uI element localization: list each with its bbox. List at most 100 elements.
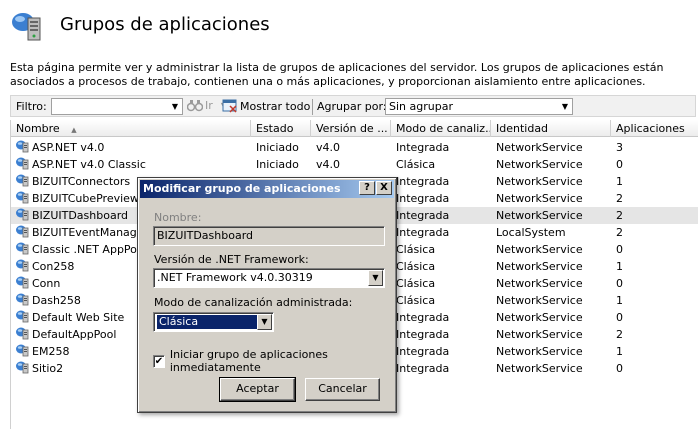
column-header-identity[interactable]: Identidad — [491, 120, 611, 137]
show-all-label: Mostrar todo — [240, 99, 311, 113]
cell-version: v4.0 — [316, 141, 341, 154]
column-header-version[interactable]: Versión de ... — [311, 120, 391, 137]
dialog-title: Modificar grupo de aplicaciones — [143, 182, 341, 195]
pipeline-select[interactable]: Clásica ▼ — [153, 312, 274, 332]
cell-identity: NetworkService — [496, 192, 583, 205]
cell-identity: NetworkService — [496, 311, 583, 324]
app-pool-icon — [15, 360, 29, 377]
app-pool-icon — [15, 224, 29, 241]
filter-label: Filtro: — [16, 100, 47, 113]
app-pool-icon — [15, 326, 29, 343]
app-pool-icon-graphic — [16, 327, 29, 340]
pipeline-value: Clásica — [157, 315, 270, 329]
cell-applications: 2 — [616, 226, 623, 239]
dialog-title-bar[interactable]: Modificar grupo de aplicaciones ? X — [140, 180, 394, 198]
app-pool-icon-graphic — [16, 174, 29, 187]
cell-version: v4.0 — [316, 158, 341, 171]
app-pool-icon — [15, 190, 29, 207]
cell-state: Iniciado — [256, 158, 299, 171]
cell-pipeline: Clásica — [396, 260, 436, 273]
go-label: Ir — [205, 99, 213, 112]
app-pool-icon-graphic — [16, 225, 29, 238]
close-button[interactable]: X — [376, 181, 392, 195]
cell-name: ASP.NET v4.0 Classic — [15, 156, 251, 173]
app-pool-icon-graphic — [16, 208, 29, 221]
app-pool-icon — [15, 343, 29, 360]
cell-identity: NetworkService — [496, 328, 583, 341]
app-pool-icon-graphic — [16, 361, 29, 374]
column-header-applications[interactable]: Aplicaciones — [611, 120, 698, 137]
start-immediately-option[interactable]: ✔ Iniciar grupo de aplicaciones inmediat… — [153, 348, 396, 374]
table-row[interactable]: ASP.NET v4.0 Classic Iniciado v4.0 Clásica N… — [11, 156, 698, 173]
start-immediately-checkbox[interactable]: ✔ — [153, 354, 165, 368]
app-pool-icon-graphic — [16, 157, 29, 170]
row-name-text: ASP.NET v4.0 Classic — [32, 158, 146, 171]
page-header: Grupos de aplicaciones — [0, 0, 698, 50]
group-by-value: Sin agrupar — [389, 100, 453, 113]
go-button[interactable]: Ir ▼ — [187, 99, 227, 112]
cell-applications: 2 — [616, 192, 623, 205]
chevron-down-icon[interactable]: ▼ — [257, 314, 272, 330]
cell-applications: 1 — [616, 345, 623, 358]
app-pool-icon — [15, 309, 29, 326]
row-name-text: BIZUITDashboard — [32, 209, 129, 222]
show-all-button[interactable]: Mostrar todo — [222, 99, 310, 113]
framework-value: .NET Framework v4.0.30319 — [157, 271, 313, 284]
cell-identity: NetworkService — [496, 243, 583, 256]
cell-pipeline: Clásica — [396, 277, 436, 290]
filter-toolbar: Filtro: ▼ Ir ▼ Mostrar todo Agrupar por:… — [10, 95, 696, 117]
framework-label: Versión de .NET Framework: — [154, 253, 309, 266]
cell-applications: 1 — [616, 260, 623, 273]
row-name-text: DefaultAppPool — [32, 328, 117, 341]
cell-applications: 1 — [616, 175, 623, 188]
group-by-select[interactable]: Sin agrupar ▼ — [385, 98, 573, 115]
column-header-name[interactable]: Nombre ▲ — [11, 120, 251, 137]
app-pool-icon-graphic — [16, 191, 29, 204]
cell-pipeline: Integrada — [396, 328, 450, 341]
row-name-text: Con258 — [32, 260, 75, 273]
row-name-text: Conn — [32, 277, 61, 290]
column-header-pipeline[interactable]: Modo de canaliz... — [391, 120, 491, 137]
start-immediately-label: Iniciar grupo de aplicaciones inmediatam… — [169, 348, 328, 374]
column-header-state[interactable]: Estado — [251, 120, 311, 137]
cell-identity: LocalSystem — [496, 226, 566, 239]
cell-state: Iniciado — [256, 141, 299, 154]
cell-pipeline: Integrada — [396, 141, 450, 154]
app-pool-icon — [15, 275, 29, 292]
page-description: Esta página permite ver y administrar la… — [10, 61, 664, 88]
cell-identity: NetworkService — [496, 209, 583, 222]
cell-pipeline: Integrada — [396, 209, 450, 222]
ok-button[interactable]: Aceptar — [219, 377, 296, 402]
cell-pipeline: Integrada — [396, 345, 450, 358]
cell-applications: 0 — [616, 277, 623, 290]
cell-applications: 0 — [616, 243, 623, 256]
list-header: Nombre ▲ Estado Versión de ... Modo de c… — [11, 120, 698, 137]
chevron-down-icon[interactable]: ▼ — [559, 100, 571, 113]
app-pool-icon-graphic — [16, 140, 29, 153]
app-pool-icon-graphic — [16, 310, 29, 323]
cell-identity: NetworkService — [496, 277, 583, 290]
cell-pipeline: Integrada — [396, 175, 450, 188]
cell-identity: NetworkService — [496, 294, 583, 307]
chevron-down-icon[interactable]: ▼ — [368, 270, 383, 286]
help-button[interactable]: ? — [359, 181, 375, 195]
edit-app-pool-dialog: Modificar grupo de aplicaciones ? X Nomb… — [137, 177, 397, 413]
app-pools-icon — [12, 13, 41, 41]
app-pool-icon-graphic — [16, 259, 29, 272]
app-pool-icon — [15, 241, 29, 258]
cell-pipeline: Clásica — [396, 158, 436, 171]
chevron-down-icon[interactable]: ▼ — [169, 100, 181, 113]
name-label: Nombre: — [154, 211, 202, 224]
table-row[interactable]: ASP.NET v4.0 Iniciado v4.0 Integrada Network… — [11, 139, 698, 156]
cell-identity: NetworkService — [496, 175, 583, 188]
cell-identity: NetworkService — [496, 260, 583, 273]
app-pool-icon-graphic — [16, 276, 29, 289]
cancel-button[interactable]: Cancelar — [305, 378, 380, 401]
app-pool-icon-graphic — [16, 344, 29, 357]
cell-identity: NetworkService — [496, 345, 583, 358]
show-all-icon — [222, 99, 237, 113]
app-pool-icon — [15, 173, 29, 190]
cell-applications: 0 — [616, 158, 623, 171]
framework-select[interactable]: .NET Framework v4.0.30319 ▼ — [153, 268, 385, 288]
filter-input[interactable]: ▼ — [51, 98, 183, 115]
